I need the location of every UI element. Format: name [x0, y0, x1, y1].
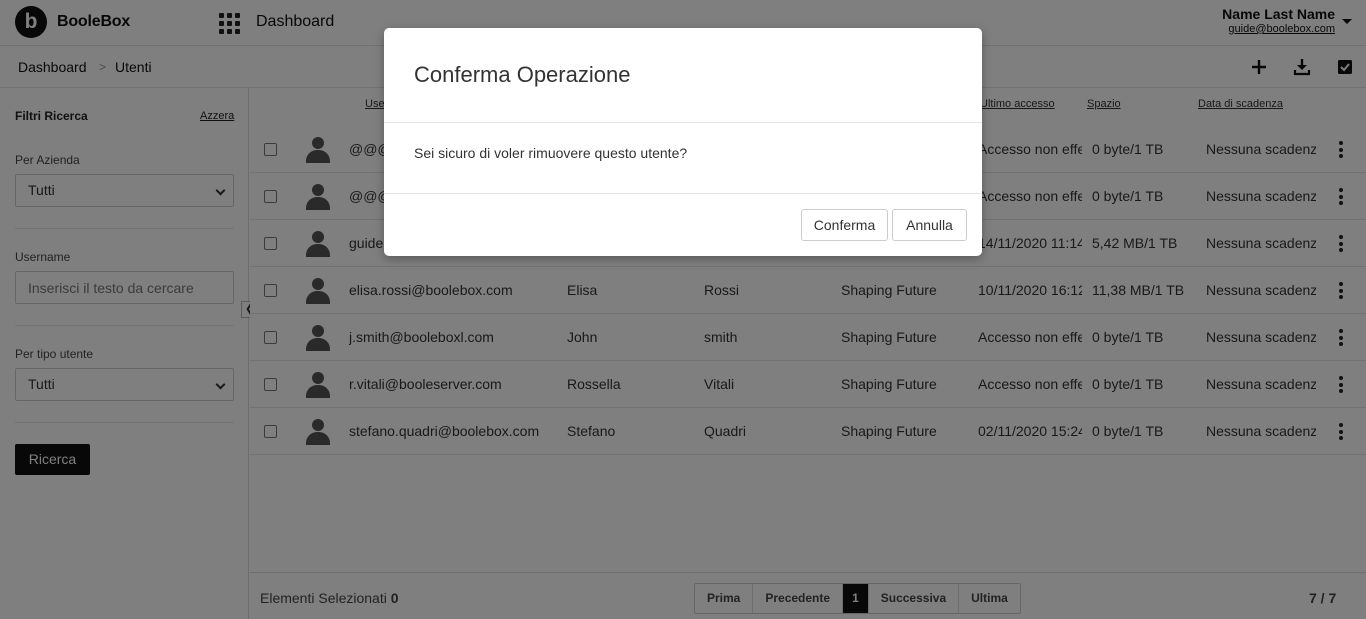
- dialog-title: Conferma Operazione: [414, 62, 631, 87]
- divider: [384, 193, 982, 194]
- dialog-message: Sei sicuro di voler rimuovere questo ute…: [414, 145, 688, 161]
- divider: [384, 122, 982, 123]
- confirm-dialog: Conferma Operazione Sei sicuro di voler …: [384, 28, 982, 256]
- cancel-button[interactable]: Annulla: [892, 209, 967, 241]
- confirm-button[interactable]: Conferma: [801, 209, 888, 241]
